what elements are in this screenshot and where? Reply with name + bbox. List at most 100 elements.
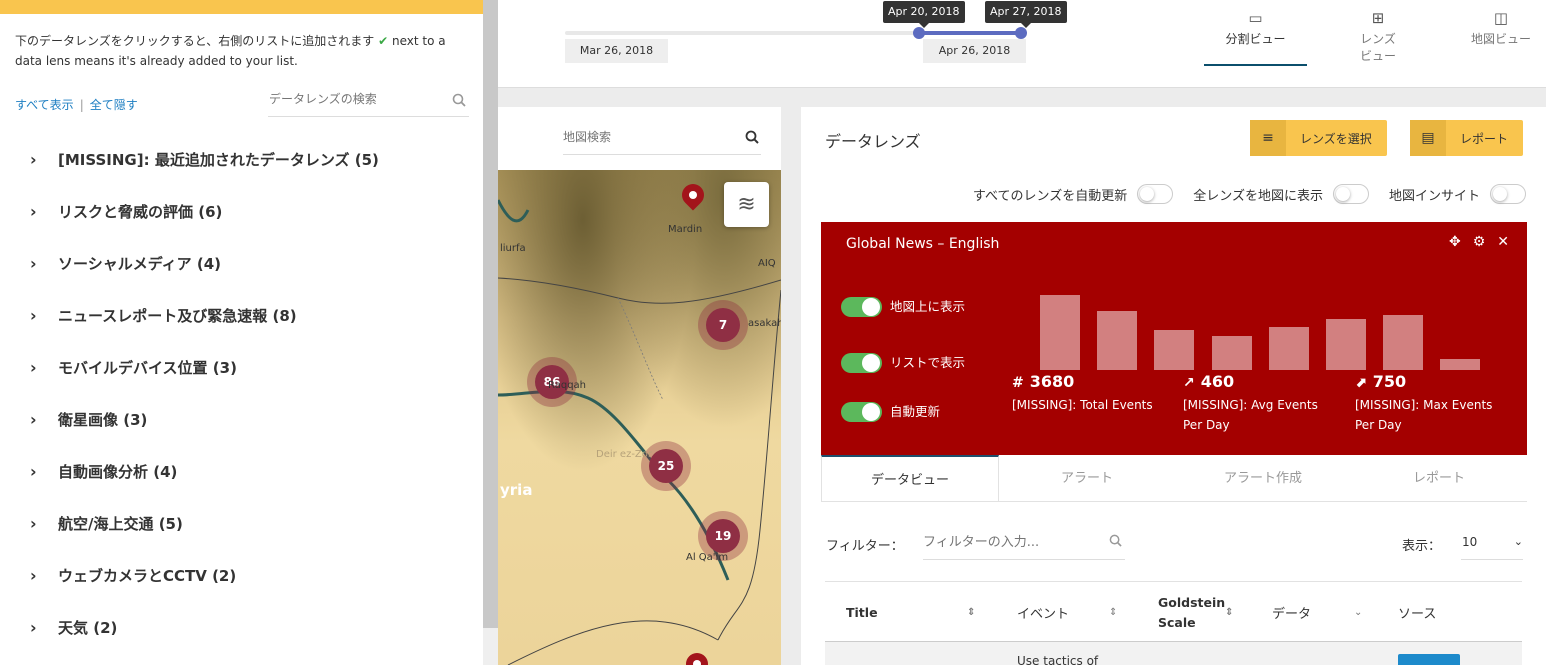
gear-icon[interactable]: ⚙: [1473, 234, 1486, 250]
category-weather[interactable]: › 天気 (2): [30, 601, 470, 653]
table-row[interactable]: Use tactics of: [825, 642, 1522, 665]
map-view-button[interactable]: ◫ 地図ビュー: [1463, 10, 1539, 80]
place-label: asakah: [748, 318, 781, 329]
place-label: yria: [500, 481, 533, 499]
trend-icon: ↗: [1183, 375, 1195, 391]
timeline-handle-start[interactable]: [913, 27, 925, 39]
place-label: Al Qa'im: [686, 552, 729, 563]
layers-button[interactable]: ≋: [724, 182, 769, 227]
global-toggles: すべてのレンズを自動更新 全レンズを地図に表示 地図インサイト: [953, 184, 1526, 204]
sort-icon[interactable]: ⇕: [1109, 607, 1117, 618]
show-in-list-toggle-row: リストで表示: [841, 353, 970, 373]
category-mobile[interactable]: › モバイルデバイス位置 (3): [30, 341, 470, 393]
map-canvas[interactable]: ≋ 7 86 25 19 Mardin liurfa AIQ asakah Ra…: [498, 170, 781, 665]
auto-update-all-toggle[interactable]: [1137, 184, 1174, 204]
chevron-right-icon: ›: [30, 565, 37, 585]
category-recent[interactable]: › [MISSING]: 最近追加されたデータレンズ (5): [30, 133, 470, 185]
map-search-input[interactable]: [563, 122, 733, 152]
header-bar: Apr 20, 2018 Apr 27, 2018 Mar 26, 2018 A…: [498, 0, 1546, 88]
category-traffic[interactable]: › 航空/海上交通 (5): [30, 497, 470, 549]
show-all-link[interactable]: すべて表示: [15, 98, 74, 112]
report-button[interactable]: ▤ レポート: [1410, 120, 1523, 156]
hash-icon: #: [1012, 375, 1024, 391]
report-icon: ▤: [1410, 120, 1446, 156]
auto-update-toggle[interactable]: [841, 402, 882, 422]
timeline-selected-range[interactable]: [917, 31, 1021, 35]
column-event[interactable]: イベント ⇕: [1017, 582, 1147, 643]
column-data[interactable]: データ ⌄: [1272, 582, 1372, 643]
column-title[interactable]: Title ⇕: [846, 582, 996, 643]
show-on-map-toggle[interactable]: [841, 297, 882, 317]
map-search-field[interactable]: [563, 122, 761, 155]
lens-name: Global News – English: [846, 236, 1000, 252]
show-in-list-toggle[interactable]: [841, 353, 882, 373]
close-icon[interactable]: ✕: [1497, 234, 1509, 250]
auto-update-all-label: すべてのレンズを自動更新: [972, 188, 1128, 204]
show-all-on-map-toggle[interactable]: [1332, 184, 1369, 204]
chevron-down-icon: ⌄: [1513, 535, 1523, 548]
histogram-bar: [1097, 311, 1138, 370]
timeline-start-date: Mar 26, 2018: [565, 39, 668, 63]
show-in-list-label: リストで表示: [890, 355, 966, 370]
search-icon[interactable]: [452, 92, 466, 111]
histogram-bar: [1268, 327, 1309, 370]
grid-view-icon: ⊞: [1371, 9, 1385, 27]
split-view-label: 分割ビュー: [1225, 32, 1286, 46]
lens-view-label: レンズ ビュー: [1359, 32, 1396, 63]
lens-search-input[interactable]: [268, 84, 438, 114]
category-satellite[interactable]: › 衛星画像 (3): [30, 393, 470, 445]
chart-up-icon: ⬈: [1355, 375, 1367, 391]
catalog-intro-text: 下のデータレンズをクリックすると、右側のリストに追加されます ✔ next to…: [15, 34, 446, 68]
source-button[interactable]: [1398, 654, 1460, 665]
show-on-map-toggle-row: 地図上に表示: [841, 297, 970, 317]
split-view-icon: ▭: [1248, 9, 1263, 27]
filter-input[interactable]: [923, 527, 1103, 557]
panel-scrollbar[interactable]: [483, 0, 498, 628]
map-view-label: 地図ビュー: [1470, 32, 1531, 46]
lens-tabs: データビュー アラート アラート作成 レポート: [821, 455, 1527, 502]
data-lens-catalog-panel: 下のデータレンズをクリックすると、右側のリストに追加されます ✔ next to…: [0, 0, 483, 665]
move-icon[interactable]: ✥: [1449, 234, 1461, 250]
hide-all-link[interactable]: 全て隠す: [90, 98, 138, 112]
timeline-handle-end[interactable]: [1015, 27, 1027, 39]
search-icon[interactable]: [745, 129, 759, 148]
category-webcam[interactable]: › ウェブカメラとCCTV (2): [30, 549, 470, 601]
tab-create-alert[interactable]: アラート作成: [1175, 455, 1351, 501]
search-icon[interactable]: [1109, 534, 1122, 551]
histogram-bar: [1440, 359, 1481, 370]
page-size-select[interactable]: 10 ⌄: [1461, 527, 1523, 560]
tab-data-view[interactable]: データビュー: [821, 455, 999, 501]
visibility-links: すべて表示 | 全て隠す: [15, 98, 138, 112]
lens-actions: ✥ ⚙ ✕: [1449, 234, 1509, 250]
timeline-start-tooltip: Apr 20, 2018: [883, 1, 965, 28]
chevron-right-icon: ›: [30, 357, 37, 377]
lens-panel-title: データレンズ: [825, 132, 921, 151]
split-view-button[interactable]: ▭ 分割ビュー: [1204, 10, 1307, 66]
category-social[interactable]: › ソーシャルメディア (4): [30, 237, 470, 289]
map-insight-toggle[interactable]: [1490, 184, 1526, 204]
column-source[interactable]: ソース: [1398, 582, 1478, 643]
histogram-bar: [1326, 319, 1366, 370]
map-cluster[interactable]: 7: [698, 300, 748, 350]
lens-search-field[interactable]: [268, 84, 469, 117]
tab-report[interactable]: レポート: [1351, 455, 1527, 501]
data-lens-card: データレンズ ≡ レンズを選択 ▤ レポート すべてのレンズを自動更新 全レンズを地…: [801, 107, 1546, 665]
filter-field[interactable]: [923, 527, 1125, 560]
category-image-analysis[interactable]: › 自動画像分析 (4): [30, 445, 470, 497]
lens-view-button[interactable]: ⊞ レンズ ビュー: [1338, 10, 1418, 80]
table-header: Title ⇕ イベント ⇕ Goldstein Scale ⇕ データ ⌄ ソ…: [825, 581, 1522, 642]
column-goldstein[interactable]: Goldstein Scale ⇕: [1158, 582, 1238, 643]
auto-update-toggle-row: 自動更新: [841, 402, 940, 422]
sort-icon[interactable]: ⇕: [967, 607, 975, 618]
tab-alerts[interactable]: アラート: [999, 455, 1175, 501]
select-lens-button[interactable]: ≡ レンズを選択: [1250, 120, 1387, 156]
show-all-on-map-label: 全レンズを地図に表示: [1193, 188, 1323, 204]
chevron-down-icon[interactable]: ⌄: [1354, 607, 1362, 618]
category-news[interactable]: › ニュースレポート及び緊急速報 (8): [30, 289, 470, 341]
chevron-right-icon: ›: [30, 617, 37, 637]
sort-icon[interactable]: ⇕: [1225, 607, 1233, 618]
map-view-icon: ◫: [1493, 9, 1509, 27]
auto-update-label: 自動更新: [890, 404, 941, 419]
category-risk[interactable]: › リスクと脅威の評価 (6): [30, 185, 470, 237]
panel-scrollbar-track[interactable]: [483, 628, 498, 665]
